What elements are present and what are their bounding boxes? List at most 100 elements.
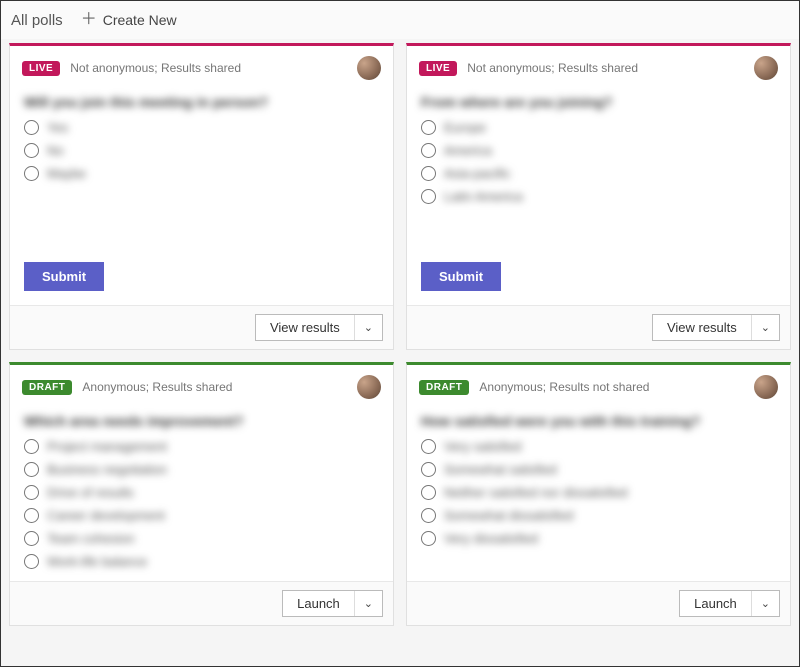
poll-question: Will you join this meeting in person? — [24, 94, 379, 110]
poll-card-head: DRAFT Anonymous; Results not shared — [407, 365, 790, 407]
status-badge-live: LIVE — [419, 61, 457, 76]
radio-icon — [24, 485, 39, 500]
option-label: Neither satisfied nor dissatisfied — [444, 485, 628, 500]
poll-option[interactable]: No — [24, 143, 379, 158]
status-badge-draft: DRAFT — [419, 380, 469, 395]
poll-card: LIVE Not anonymous; Results shared Will … — [9, 43, 394, 350]
poll-options: Yes No Maybe — [24, 120, 379, 181]
poll-option[interactable]: Business negotiation — [24, 462, 379, 477]
radio-icon — [421, 439, 436, 454]
option-label: Latin America — [444, 189, 523, 204]
option-label: Career development — [47, 508, 165, 523]
poll-option[interactable]: Somewhat dissatisfied — [421, 508, 776, 523]
plus-icon: ＋ — [81, 12, 97, 28]
poll-footer: View results ⌄ — [10, 305, 393, 349]
polls-grid: LIVE Not anonymous; Results shared Will … — [1, 39, 799, 634]
poll-card: DRAFT Anonymous; Results shared Which ar… — [9, 362, 394, 626]
option-label: Somewhat dissatisfied — [444, 508, 573, 523]
chevron-down-icon[interactable]: ⌄ — [355, 315, 382, 340]
poll-meta: Not anonymous; Results shared — [467, 61, 638, 75]
radio-icon — [24, 166, 39, 181]
avatar[interactable] — [754, 375, 778, 399]
page-header: All polls ＋ Create New — [1, 1, 799, 39]
radio-icon — [24, 554, 39, 569]
poll-options: Project management Business negotiation … — [24, 439, 379, 569]
option-label: Team cohesion — [47, 531, 134, 546]
poll-option[interactable]: Asia-pacific — [421, 166, 776, 181]
tab-all-polls[interactable]: All polls — [11, 12, 63, 29]
poll-option[interactable]: Europe — [421, 120, 776, 135]
option-label: Project management — [47, 439, 167, 454]
launch-button[interactable]: Launch — [680, 591, 752, 616]
poll-options: Very satisfied Somewhat satisfied Neithe… — [421, 439, 776, 546]
view-results-split-button: View results ⌄ — [255, 314, 383, 341]
poll-option[interactable]: Somewhat satisfied — [421, 462, 776, 477]
avatar[interactable] — [754, 56, 778, 80]
launch-split-button: Launch ⌄ — [282, 590, 383, 617]
poll-option[interactable]: Yes — [24, 120, 379, 135]
option-label: Work-life balance — [47, 554, 147, 569]
poll-card-head: DRAFT Anonymous; Results shared — [10, 365, 393, 407]
poll-option[interactable]: Neither satisfied nor dissatisfied — [421, 485, 776, 500]
avatar[interactable] — [357, 375, 381, 399]
chevron-down-icon[interactable]: ⌄ — [355, 591, 382, 616]
radio-icon — [24, 531, 39, 546]
submit-button[interactable]: Submit — [24, 262, 104, 291]
poll-option[interactable]: Work-life balance — [24, 554, 379, 569]
status-badge-draft: DRAFT — [22, 380, 72, 395]
launch-button[interactable]: Launch — [283, 591, 355, 616]
poll-option[interactable]: Maybe — [24, 166, 379, 181]
option-label: Somewhat satisfied — [444, 462, 557, 477]
option-label: America — [444, 143, 492, 158]
poll-body: From where are you joining? Europe Ameri… — [407, 88, 790, 258]
option-label: Yes — [47, 120, 68, 135]
poll-card: DRAFT Anonymous; Results not shared How … — [406, 362, 791, 626]
poll-option[interactable]: Drive of results — [24, 485, 379, 500]
radio-icon — [421, 120, 436, 135]
poll-meta: Anonymous; Results not shared — [479, 380, 649, 394]
radio-icon — [421, 143, 436, 158]
poll-body: Which area needs improvement? Project ma… — [10, 407, 393, 581]
poll-meta: Anonymous; Results shared — [82, 380, 232, 394]
create-new-label: Create New — [103, 12, 177, 28]
chevron-down-icon[interactable]: ⌄ — [752, 315, 779, 340]
radio-icon — [421, 531, 436, 546]
poll-body: Will you join this meeting in person? Ye… — [10, 88, 393, 258]
option-label: Drive of results — [47, 485, 134, 500]
poll-option[interactable]: Latin America — [421, 189, 776, 204]
option-label: No — [47, 143, 64, 158]
poll-option[interactable]: Career development — [24, 508, 379, 523]
poll-question: From where are you joining? — [421, 94, 776, 110]
poll-body: How satisfied were you with this trainin… — [407, 407, 790, 581]
poll-option[interactable]: Very dissatisfied — [421, 531, 776, 546]
radio-icon — [24, 143, 39, 158]
radio-icon — [421, 508, 436, 523]
view-results-split-button: View results ⌄ — [652, 314, 780, 341]
poll-footer: Launch ⌄ — [407, 581, 790, 625]
radio-icon — [24, 120, 39, 135]
submit-row: Submit — [407, 258, 790, 305]
poll-option[interactable]: Project management — [24, 439, 379, 454]
option-label: Maybe — [47, 166, 86, 181]
option-label: Very dissatisfied — [444, 531, 538, 546]
poll-option[interactable]: America — [421, 143, 776, 158]
radio-icon — [421, 166, 436, 181]
poll-footer: View results ⌄ — [407, 305, 790, 349]
option-label: Europe — [444, 120, 486, 135]
poll-card: LIVE Not anonymous; Results shared From … — [406, 43, 791, 350]
radio-icon — [24, 462, 39, 477]
create-new-button[interactable]: ＋ Create New — [81, 12, 177, 28]
view-results-button[interactable]: View results — [653, 315, 752, 340]
radio-icon — [24, 439, 39, 454]
view-results-button[interactable]: View results — [256, 315, 355, 340]
poll-question: Which area needs improvement? — [24, 413, 379, 429]
poll-option[interactable]: Very satisfied — [421, 439, 776, 454]
radio-icon — [421, 189, 436, 204]
radio-icon — [24, 508, 39, 523]
chevron-down-icon[interactable]: ⌄ — [752, 591, 779, 616]
launch-split-button: Launch ⌄ — [679, 590, 780, 617]
poll-card-head: LIVE Not anonymous; Results shared — [10, 46, 393, 88]
avatar[interactable] — [357, 56, 381, 80]
submit-button[interactable]: Submit — [421, 262, 501, 291]
poll-option[interactable]: Team cohesion — [24, 531, 379, 546]
